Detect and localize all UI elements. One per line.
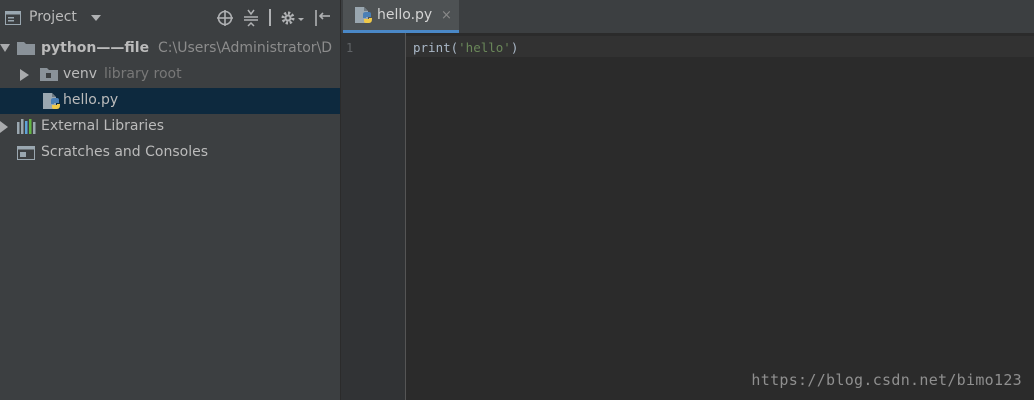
venv-hint: library root	[104, 66, 182, 82]
scratches-icon	[17, 146, 35, 160]
project-panel-header: Project	[0, 0, 340, 36]
locate-icon[interactable]	[216, 9, 234, 27]
libraries-icon	[17, 119, 36, 134]
code-print-call: print(	[413, 40, 459, 55]
collapsed-arrow-icon[interactable]	[20, 69, 30, 81]
tree-item-venv[interactable]: venv library root	[0, 62, 340, 88]
tree-item-external-libraries[interactable]: External Libraries	[0, 114, 340, 140]
library-folder-icon	[40, 68, 58, 81]
collapse-all-icon[interactable]	[243, 9, 259, 27]
tree-item-scratches[interactable]: Scratches and Consoles	[0, 140, 340, 166]
toolbar-separator	[269, 9, 271, 26]
code-line[interactable]: print('hello')	[413, 40, 518, 55]
dropdown-arrow-icon[interactable]	[91, 15, 101, 22]
hello-py-name: hello.py	[63, 92, 119, 108]
folder-icon	[17, 42, 35, 55]
editor-area: hello.py × 1 print('hello')	[341, 0, 1034, 400]
project-panel-title[interactable]: Project	[29, 9, 77, 25]
tree-item-hello-py[interactable]: hello.py	[0, 88, 340, 114]
tree-item-project-root[interactable]: python——file C:\Users\Administrator\D	[0, 36, 340, 62]
code-close-paren: )	[510, 40, 519, 55]
code-string-literal: 'hello'	[458, 40, 511, 55]
venv-name: venv	[63, 66, 98, 82]
project-root-name: python——file	[41, 40, 150, 56]
external-libraries-name: External Libraries	[41, 118, 164, 134]
line-number: 1	[346, 41, 354, 55]
hide-panel-icon[interactable]	[314, 9, 332, 27]
scratches-name: Scratches and Consoles	[41, 144, 208, 160]
watermark-text: https://blog.csdn.net/bimo123	[751, 371, 1022, 389]
editor-tab-bar: hello.py ×	[341, 0, 1034, 33]
python-file-icon	[43, 93, 60, 109]
gear-icon[interactable]	[280, 9, 306, 27]
project-tool-window: Project python——file C:\Users\Administra…	[0, 0, 341, 400]
tab-hello-py[interactable]: hello.py ×	[343, 0, 459, 33]
expanded-arrow-icon[interactable]	[0, 44, 10, 54]
collapsed-arrow-icon[interactable]	[0, 121, 9, 133]
tab-close-icon[interactable]: ×	[441, 8, 452, 23]
tab-label: hello.py	[377, 7, 433, 23]
python-file-icon	[355, 7, 372, 23]
project-root-path: C:\Users\Administrator\D	[158, 40, 333, 56]
line-number-gutter: 1	[341, 33, 406, 400]
project-view-icon	[5, 11, 21, 25]
